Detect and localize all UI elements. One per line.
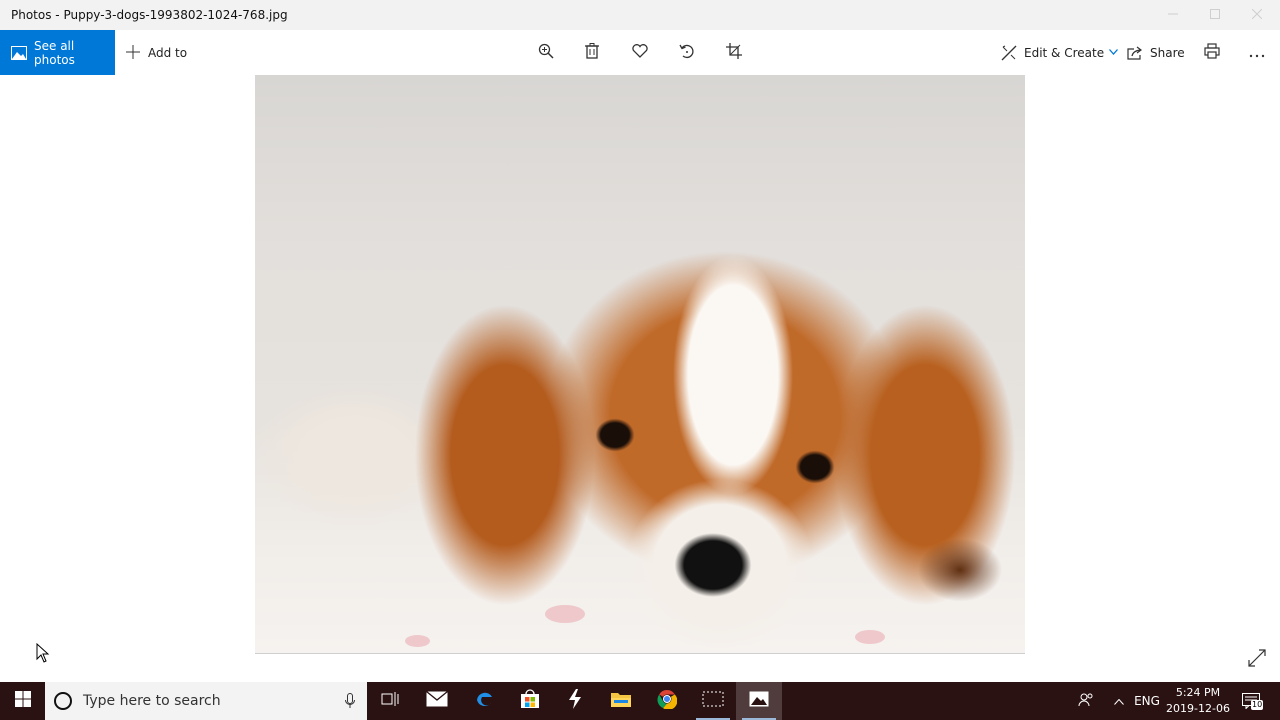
chrome-icon (657, 689, 678, 713)
store-icon (520, 689, 540, 713)
people-icon (1078, 692, 1094, 711)
action-center-button[interactable]: 10 (1236, 682, 1266, 720)
app-icon (568, 689, 582, 713)
maximize-icon (1210, 8, 1220, 22)
see-all-photos-label: See all photos (34, 38, 75, 67)
crop-icon (726, 42, 742, 63)
photo-detail (405, 635, 430, 647)
cortana-icon (53, 691, 73, 711)
share-button[interactable]: Share (1127, 30, 1185, 75)
clock-date: 2019-12-06 (1166, 702, 1230, 715)
clock-time: 5:24 PM (1175, 686, 1221, 699)
see-all-photos-button[interactable]: See all photos (0, 30, 115, 75)
edge-app[interactable] (461, 682, 507, 720)
fullscreen-button[interactable] (1245, 648, 1269, 672)
people-button[interactable] (1072, 682, 1100, 720)
print-icon (1204, 42, 1220, 63)
store-app[interactable] (507, 682, 553, 720)
taskbar-search-box[interactable]: Type here to search (45, 682, 367, 720)
edit-create-icon (1001, 45, 1017, 61)
delete-button[interactable] (574, 30, 610, 75)
zoom-icon (538, 43, 554, 63)
photo-detail (545, 605, 585, 623)
title-bar: Photos - Puppy-3-dogs-1993802-1024-768.j… (0, 0, 1280, 30)
photos-gallery-icon (11, 45, 27, 60)
toolbar: See all photos Add to Edit & Create Shar… (0, 30, 1280, 75)
chevron-down-icon (1109, 47, 1119, 58)
snipping-tool-app[interactable] (690, 682, 736, 720)
plus-icon (125, 43, 141, 63)
photos-icon (749, 691, 769, 711)
mouse-cursor-icon (36, 642, 50, 667)
share-label: Share (1150, 45, 1185, 60)
expand-icon (1248, 649, 1266, 671)
task-view-icon (381, 691, 399, 711)
mail-icon (426, 690, 448, 711)
delete-icon (585, 42, 599, 63)
taskbar: Type here to search ENG 5:24 PM 2019-12-… (0, 682, 1280, 720)
mail-app[interactable] (414, 682, 460, 720)
edit-create-button[interactable]: Edit & Create (1001, 30, 1119, 75)
rotate-button[interactable] (669, 30, 705, 75)
share-icon (1127, 46, 1143, 60)
maximize-button[interactable] (1192, 0, 1238, 30)
close-icon (1251, 8, 1263, 22)
window-title: Photos - Puppy-3-dogs-1993802-1024-768.j… (11, 8, 288, 22)
clock[interactable]: 5:24 PM 2019-12-06 (1165, 685, 1231, 717)
windows-logo-icon (14, 691, 31, 711)
start-button[interactable] (0, 682, 45, 720)
zoom-button[interactable] (528, 30, 564, 75)
close-button[interactable] (1234, 0, 1280, 30)
minimize-icon (1168, 8, 1178, 22)
photos-app[interactable] (736, 682, 782, 720)
chevron-up-icon (1114, 694, 1124, 708)
language-indicator[interactable]: ENG (1133, 682, 1161, 720)
notification-count-badge: 10 (1251, 700, 1264, 710)
file-explorer-icon (611, 691, 631, 711)
photo-detail (855, 630, 885, 644)
task-view-button[interactable] (367, 682, 413, 720)
taskbar-app[interactable] (552, 682, 598, 720)
edit-create-label: Edit & Create (1024, 45, 1105, 60)
add-to-button[interactable]: Add to (125, 30, 187, 75)
search-placeholder: Type here to search (83, 693, 221, 709)
favorite-button[interactable] (622, 30, 658, 75)
more-options-button[interactable] (1239, 30, 1275, 75)
favorite-icon (632, 43, 648, 62)
file-explorer-app[interactable] (598, 682, 644, 720)
photo-viewer-image[interactable] (255, 75, 1025, 654)
more-options-icon (1249, 43, 1265, 62)
add-to-label: Add to (148, 45, 188, 60)
language-label: ENG (1134, 694, 1160, 708)
notification-icon: 10 (1242, 693, 1264, 710)
rotate-icon (679, 43, 695, 63)
crop-button[interactable] (716, 30, 752, 75)
microphone-icon[interactable] (345, 693, 355, 709)
edge-icon (474, 689, 494, 713)
snipping-tool-icon (702, 691, 724, 711)
minimize-button[interactable] (1150, 0, 1196, 30)
print-button[interactable] (1194, 30, 1230, 75)
show-hidden-icons-button[interactable] (1108, 682, 1130, 720)
chrome-app[interactable] (644, 682, 690, 720)
